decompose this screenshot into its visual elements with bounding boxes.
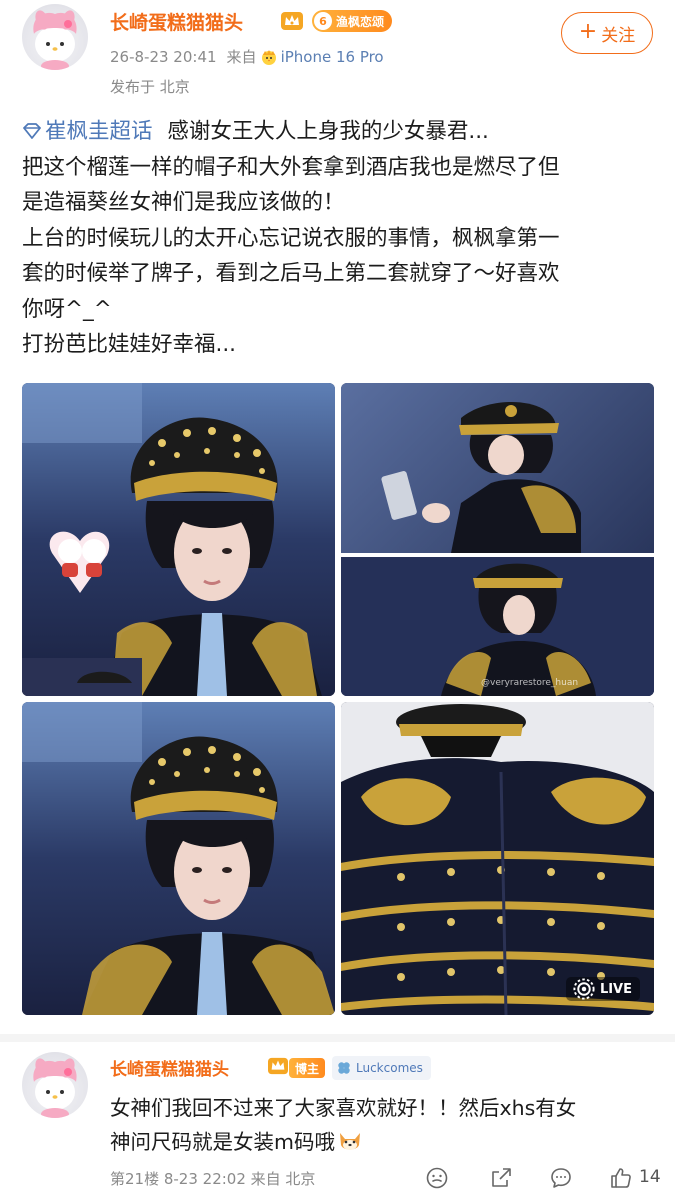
reply-actions: 14 xyxy=(425,1165,661,1191)
my-melody-avatar-icon xyxy=(33,10,77,70)
photo-watermark: @veryrarestore_huan xyxy=(481,678,578,688)
topic-diamond-icon xyxy=(23,123,41,139)
post-header: 长崎蛋糕猫猫头 6 渔枫恋颂 26-8-23 20:41 来自 iPhone 1… xyxy=(0,0,675,110)
post-body: 崔枫圭超话 感谢女王大人上身我的少女暴君... 把这个榴莲一样的帽子和大外套拿到… xyxy=(22,114,662,363)
topic-label: 崔枫圭超话 xyxy=(45,119,153,144)
like-icon[interactable] xyxy=(609,1166,633,1190)
fan-level-badge[interactable]: 6 渔枫恋颂 xyxy=(312,10,393,32)
luck-label: Luckcomes xyxy=(356,1061,423,1075)
body-line: 套的时候举了牌子，看到之后马上第二套就穿了～好喜欢 xyxy=(22,261,560,286)
section-divider xyxy=(0,1034,675,1042)
plus-icon: + xyxy=(578,19,598,44)
emoji-face-icon[interactable] xyxy=(425,1166,449,1190)
post-meta: 26-8-23 20:41 来自 iPhone 16 Pro xyxy=(110,46,384,67)
reply-line: 神问尺码就是女装m码哦 xyxy=(110,1125,655,1159)
follow-button[interactable]: + 关注 xyxy=(561,12,653,54)
reply-avatar[interactable] xyxy=(22,1052,88,1118)
luck-badge[interactable]: Luckcomes xyxy=(332,1056,431,1080)
level-label: 渔枫恋颂 xyxy=(336,14,385,29)
post-source: 来自 iPhone 16 Pro xyxy=(227,46,384,67)
my-melody-avatar-icon xyxy=(33,1058,77,1118)
chick-icon xyxy=(261,49,276,65)
live-icon xyxy=(573,978,595,1000)
body-text: 感谢女王大人上身我的少女暴君... xyxy=(167,119,489,144)
photo-performer-closeup xyxy=(22,702,335,1015)
reply-meta: 第21楼 8-23 22:02 来自 北京 xyxy=(110,1169,316,1188)
crown-icon xyxy=(281,12,303,30)
body-line: 把这个榴莲一样的帽子和大外套拿到酒店我也是燃尽了但 xyxy=(22,154,560,180)
post-photo-4[interactable]: LIVE xyxy=(341,702,654,1015)
body-line: 上台的时候玩儿的太开心忘记说衣服的事情，枫枫拿第一 xyxy=(22,225,560,251)
from-label: 来自 xyxy=(226,48,257,66)
comment-icon[interactable] xyxy=(549,1166,573,1190)
live-label: LIVE xyxy=(599,981,632,997)
reply-line: 女神们我回不过来了大家喜欢就好！！然后xhs有女 xyxy=(110,1096,577,1120)
photo-performer-hat xyxy=(22,383,335,696)
reply-footer: 第21楼 8-23 22:02 来自 北京 14 xyxy=(110,1165,661,1191)
post-photo-1[interactable] xyxy=(22,383,335,696)
photo-performer-collage: @veryrarestore_huan xyxy=(341,383,654,696)
avatar[interactable] xyxy=(22,4,88,70)
post-location: 发布于 北京 xyxy=(110,78,190,96)
photo-costume-flatlay xyxy=(341,702,654,1015)
blogger-badge: 博主 xyxy=(289,1058,326,1078)
topic-link[interactable]: 崔枫圭超话 xyxy=(22,119,159,144)
body-line: 打扮芭比娃娃好幸福... xyxy=(22,332,237,357)
reply-text: 女神们我回不过来了大家喜欢就好！！然后xhs有女 神问尺码就是女装m码哦 xyxy=(110,1091,655,1159)
like-count: 14 xyxy=(639,1167,661,1187)
body-line: 是造福葵丝女神们是我应该做的！ xyxy=(22,190,345,215)
body-line: 你呀^_^ xyxy=(22,296,112,322)
post-photo-2[interactable]: @veryrarestore_huan xyxy=(341,383,654,696)
clover-icon xyxy=(338,1062,350,1074)
live-photo-badge[interactable]: LIVE xyxy=(565,977,640,1001)
share-icon[interactable] xyxy=(489,1166,513,1190)
reply-username[interactable]: 长崎蛋糕猫猫头 xyxy=(110,1055,229,1080)
crown-icon xyxy=(268,1057,288,1075)
post-username[interactable]: 长崎蛋糕猫猫头 xyxy=(110,8,243,35)
device-name[interactable]: iPhone 16 Pro xyxy=(281,48,384,66)
body-line: 崔枫圭超话 感谢女王大人上身我的少女暴君... xyxy=(22,114,662,150)
post-timestamp: 26-8-23 20:41 xyxy=(110,47,217,66)
reply-line-text: 神问尺码就是女装m码哦 xyxy=(110,1130,335,1154)
post-photo-3[interactable] xyxy=(22,702,335,1015)
level-number: 6 xyxy=(314,12,332,30)
follow-label: 关注 xyxy=(601,25,636,46)
shiba-emoji-icon xyxy=(339,1133,360,1150)
